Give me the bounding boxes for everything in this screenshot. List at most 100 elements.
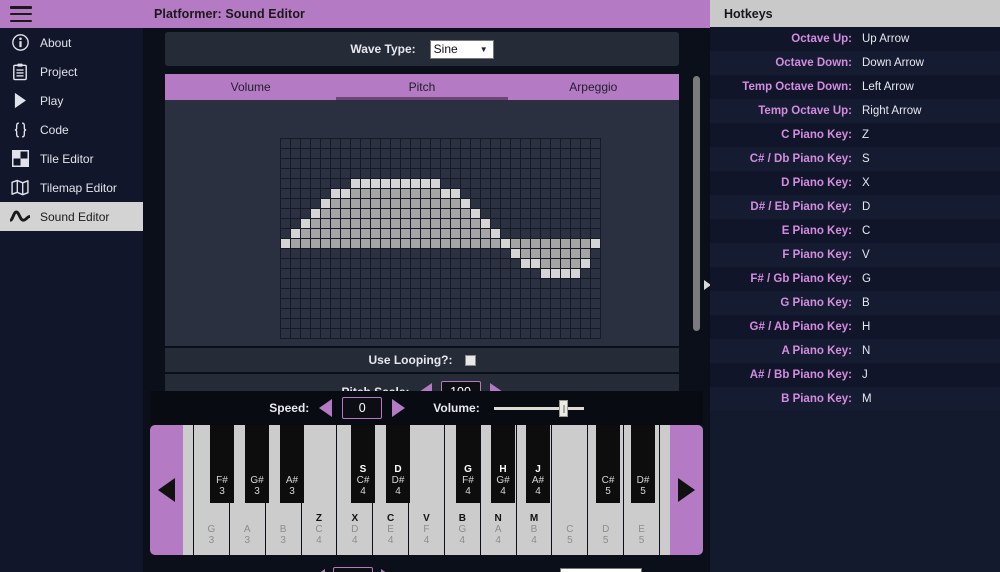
pitch-grid-cell[interactable] bbox=[551, 239, 560, 248]
pitch-grid-cell[interactable] bbox=[431, 329, 440, 338]
pitch-grid-cell[interactable] bbox=[321, 279, 330, 288]
pitch-grid-cell[interactable] bbox=[541, 229, 550, 238]
pitch-grid-cell[interactable] bbox=[361, 329, 370, 338]
pitch-grid-cell[interactable] bbox=[521, 309, 530, 318]
pitch-grid-cell[interactable] bbox=[371, 189, 380, 198]
pitch-grid-cell[interactable] bbox=[481, 169, 490, 178]
tab-volume[interactable]: Volume bbox=[165, 74, 336, 100]
pitch-grid-cell[interactable] bbox=[411, 149, 420, 158]
pitch-grid-cell[interactable] bbox=[591, 279, 600, 288]
pitch-grid-cell[interactable] bbox=[461, 259, 470, 268]
pitch-grid-cell[interactable] bbox=[511, 219, 520, 228]
pitch-grid-cell[interactable] bbox=[531, 279, 540, 288]
pitch-grid-cell[interactable] bbox=[501, 249, 510, 258]
pitch-grid-cell[interactable] bbox=[411, 269, 420, 278]
pitch-grid-cell[interactable] bbox=[421, 219, 430, 228]
pitch-grid-cell[interactable] bbox=[471, 249, 480, 258]
pitch-grid-cell[interactable] bbox=[561, 229, 570, 238]
pitch-grid-cell[interactable] bbox=[351, 149, 360, 158]
pitch-grid-cell[interactable] bbox=[391, 199, 400, 208]
pitch-grid-cell[interactable] bbox=[591, 189, 600, 198]
pitch-grid-cell[interactable] bbox=[581, 139, 590, 148]
pitch-grid-cell[interactable] bbox=[361, 239, 370, 248]
pitch-grid-cell[interactable] bbox=[471, 329, 480, 338]
pitch-grid-cell[interactable] bbox=[501, 329, 510, 338]
pitch-grid-cell[interactable] bbox=[591, 179, 600, 188]
pitch-grid-cell[interactable] bbox=[451, 199, 460, 208]
pitch-grid-cell[interactable] bbox=[561, 139, 570, 148]
pitch-grid-cell[interactable] bbox=[501, 149, 510, 158]
pitch-grid-cell[interactable] bbox=[301, 149, 310, 158]
pitch-grid-cell[interactable] bbox=[591, 299, 600, 308]
pitch-grid-cell[interactable] bbox=[341, 319, 350, 328]
pitch-grid-cell[interactable] bbox=[471, 239, 480, 248]
piano-black-key-Asharp3[interactable]: A# 3 bbox=[280, 425, 304, 503]
wave-type-select[interactable]: SineSquareSawtoothTriangleNoise bbox=[429, 39, 494, 59]
pitch-grid-cell[interactable] bbox=[351, 139, 360, 148]
pitch-grid-cell[interactable] bbox=[371, 219, 380, 228]
pitch-grid-cell[interactable] bbox=[381, 149, 390, 158]
pitch-grid-cell[interactable] bbox=[371, 279, 380, 288]
pitch-grid-cell[interactable] bbox=[421, 209, 430, 218]
pitch-grid-cell[interactable] bbox=[551, 139, 560, 148]
pitch-grid-cell[interactable] bbox=[511, 289, 520, 298]
pitch-grid-cell[interactable] bbox=[581, 149, 590, 158]
pitch-grid-cell[interactable] bbox=[301, 199, 310, 208]
pitch-grid-cell[interactable] bbox=[461, 319, 470, 328]
pitch-grid-cell[interactable] bbox=[301, 139, 310, 148]
pitch-grid-cell[interactable] bbox=[401, 279, 410, 288]
pitch-grid-cell[interactable] bbox=[451, 269, 460, 278]
pitch-grid-cell[interactable] bbox=[541, 249, 550, 258]
pitch-grid-cell[interactable] bbox=[521, 229, 530, 238]
pitch-grid-cell[interactable] bbox=[411, 319, 420, 328]
sidebar-item-sound-editor[interactable]: Sound Editor bbox=[0, 202, 143, 231]
pitch-grid-cell[interactable] bbox=[571, 219, 580, 228]
pitch-grid-cell[interactable] bbox=[351, 259, 360, 268]
pitch-grid-cell[interactable] bbox=[411, 169, 420, 178]
pitch-grid-cell[interactable] bbox=[451, 249, 460, 258]
pitch-grid-cell[interactable] bbox=[311, 319, 320, 328]
pitch-grid-cell[interactable] bbox=[451, 309, 460, 318]
pitch-grid-cell[interactable] bbox=[371, 199, 380, 208]
pitch-grid-cell[interactable] bbox=[291, 289, 300, 298]
pitch-grid-cell[interactable] bbox=[321, 219, 330, 228]
pitch-grid-cell[interactable] bbox=[541, 149, 550, 158]
pitch-grid-cell[interactable] bbox=[511, 209, 520, 218]
pitch-grid-cell[interactable] bbox=[371, 139, 380, 148]
pitch-grid-cell[interactable] bbox=[311, 139, 320, 148]
pitch-grid-cell[interactable] bbox=[581, 189, 590, 198]
pitch-grid-cell[interactable] bbox=[521, 169, 530, 178]
pitch-grid-cell[interactable] bbox=[341, 199, 350, 208]
pitch-grid-cell[interactable] bbox=[481, 299, 490, 308]
pitch-grid-cell[interactable] bbox=[281, 249, 290, 258]
pitch-grid-cell[interactable] bbox=[491, 149, 500, 158]
pitch-grid-cell[interactable] bbox=[311, 229, 320, 238]
pitch-grid-cell[interactable] bbox=[331, 189, 340, 198]
pitch-grid-cell[interactable] bbox=[291, 229, 300, 238]
pitch-grid-cell[interactable] bbox=[501, 309, 510, 318]
pitch-grid-cell[interactable] bbox=[511, 159, 520, 168]
pitch-grid-cell[interactable] bbox=[511, 299, 520, 308]
pitch-grid-cell[interactable] bbox=[471, 199, 480, 208]
pitch-grid-cell[interactable] bbox=[511, 329, 520, 338]
pitch-grid-cell[interactable] bbox=[501, 319, 510, 328]
pitch-grid-cell[interactable] bbox=[371, 149, 380, 158]
pitch-grid-cell[interactable] bbox=[381, 289, 390, 298]
pitch-grid-cell[interactable] bbox=[341, 239, 350, 248]
pitch-grid-cell[interactable] bbox=[291, 319, 300, 328]
pitch-grid-cell[interactable] bbox=[531, 289, 540, 298]
pitch-grid-cell[interactable] bbox=[331, 289, 340, 298]
pitch-grid-cell[interactable] bbox=[551, 319, 560, 328]
pitch-grid-cell[interactable] bbox=[371, 289, 380, 298]
pitch-grid-cell[interactable] bbox=[501, 269, 510, 278]
pitch-grid-cell[interactable] bbox=[341, 309, 350, 318]
pitch-grid-cell[interactable] bbox=[291, 279, 300, 288]
pitch-grid-cell[interactable] bbox=[551, 189, 560, 198]
pitch-grid-cell[interactable] bbox=[351, 279, 360, 288]
pitch-grid-cell[interactable] bbox=[291, 269, 300, 278]
pitch-grid-cell[interactable] bbox=[341, 159, 350, 168]
pitch-grid-cell[interactable] bbox=[361, 289, 370, 298]
pitch-grid-cell[interactable] bbox=[551, 329, 560, 338]
pitch-grid-cell[interactable] bbox=[381, 309, 390, 318]
pitch-grid-cell[interactable] bbox=[451, 139, 460, 148]
